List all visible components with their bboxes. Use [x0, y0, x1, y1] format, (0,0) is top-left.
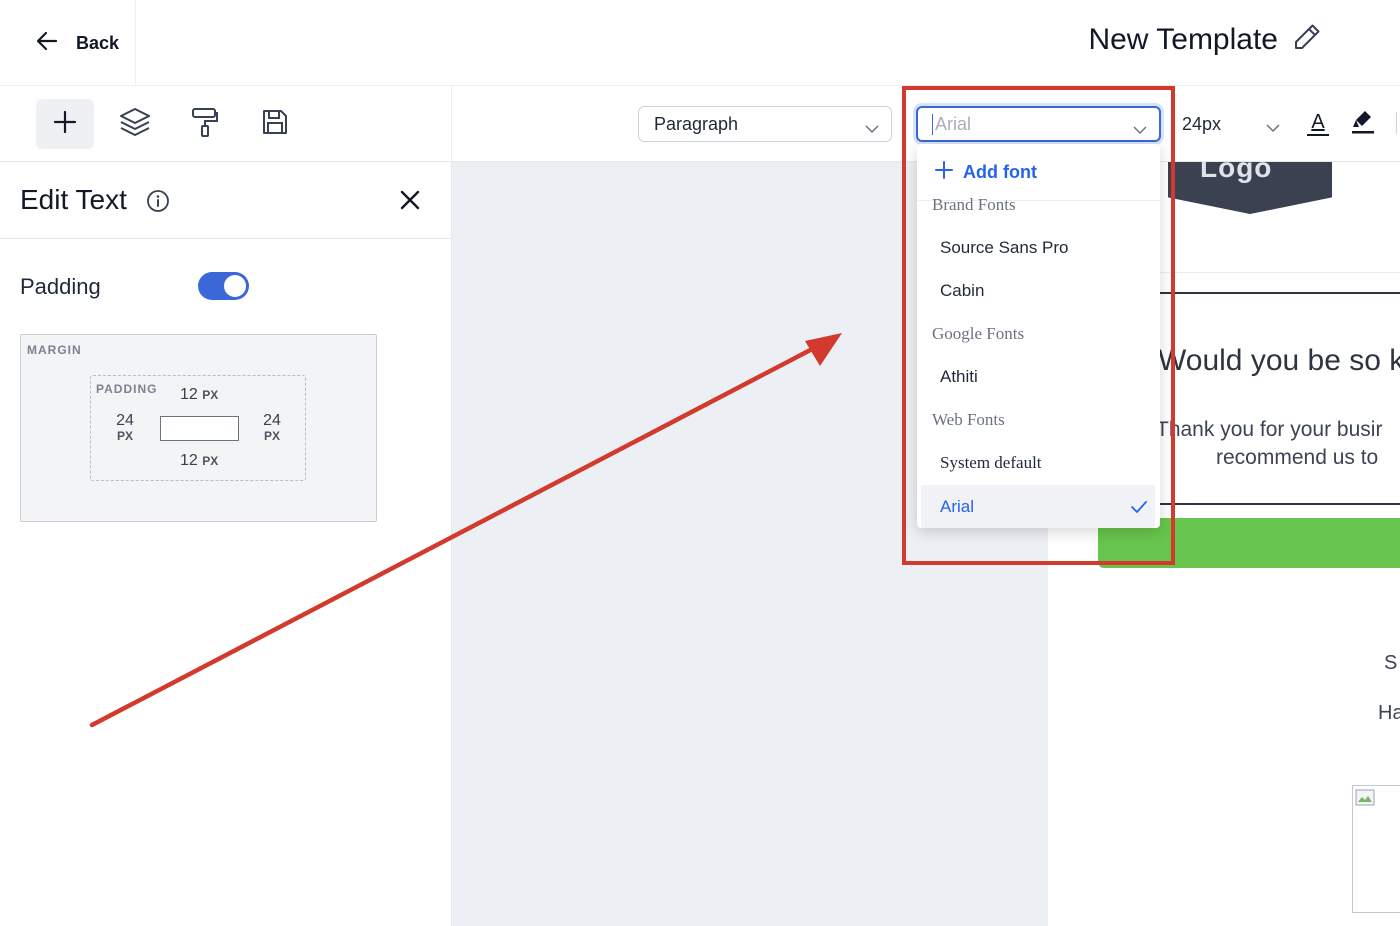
save-button[interactable]: [246, 99, 304, 149]
email-body-line-2[interactable]: recommend us to: [1216, 446, 1378, 470]
layers-icon: [119, 106, 151, 143]
font-size-value: 24px: [1182, 113, 1222, 134]
margin-label: MARGIN: [27, 343, 82, 357]
close-icon[interactable]: [398, 188, 422, 217]
layers-button[interactable]: [106, 99, 164, 149]
font-dropdown-menu: Add font Brand Fonts Source Sans Pro Cab…: [917, 144, 1160, 528]
top-header: Back New Template: [0, 0, 1400, 86]
back-button[interactable]: Back: [0, 0, 136, 86]
padding-box-label: PADDING: [96, 382, 158, 396]
padding-right-unit: PX: [263, 429, 280, 444]
chevron-down-icon: [1266, 117, 1280, 138]
toolbar-divider: [1396, 112, 1400, 134]
padding-box: PADDING 12 PX 24 PX 24 PX 12 PX: [90, 375, 306, 481]
block-type-select[interactable]: Paragraph: [638, 106, 892, 142]
font-group-web: Web Fonts: [932, 410, 1005, 429]
editor-toolbar: Paragraph 24px A: [0, 86, 1400, 162]
email-text-fragment[interactable]: S: [1384, 652, 1397, 675]
padding-top-value[interactable]: 12 PX: [180, 386, 218, 404]
font-family-select[interactable]: [916, 106, 1161, 142]
padding-bottom-number: 12: [180, 452, 198, 469]
margin-box: MARGIN PADDING 12 PX 24 PX 24 PX 12 PX: [20, 334, 377, 522]
broken-image[interactable]: [1352, 785, 1400, 913]
panel-header: Edit Text: [0, 162, 451, 239]
add-block-button[interactable]: [36, 99, 94, 149]
back-label: Back: [76, 32, 120, 53]
broken-image-icon: [1353, 789, 1377, 813]
padding-left-number: 24: [116, 412, 134, 429]
info-icon[interactable]: [146, 189, 170, 218]
email-heading[interactable]: Would you be so k: [1158, 344, 1400, 378]
save-icon: [260, 107, 290, 142]
font-option-source-sans-pro[interactable]: Source Sans Pro: [921, 226, 1155, 269]
checkmark-icon: [1131, 499, 1147, 519]
padding-center-input[interactable]: [160, 416, 239, 441]
email-body-line-1[interactable]: Thank you for your busir: [1156, 418, 1382, 442]
padding-left-unit: PX: [116, 429, 133, 444]
styles-button[interactable]: [176, 99, 234, 149]
padding-label: Padding: [20, 274, 101, 299]
add-font-button[interactable]: Add font: [917, 144, 1160, 201]
font-color-icon: A: [1307, 112, 1329, 136]
padding-toggle[interactable]: [198, 272, 249, 300]
padding-right-number: 24: [263, 412, 281, 429]
padding-top-number: 12: [180, 386, 198, 403]
add-font-label: Add font: [963, 161, 1037, 182]
padding-row: Padding: [20, 272, 260, 302]
logo-text: Logo: [1200, 162, 1273, 183]
font-family-input[interactable]: [932, 113, 1112, 135]
toggle-knob: [224, 275, 246, 297]
template-title-text: New Template: [1088, 22, 1278, 56]
padding-bottom-value[interactable]: 12 PX: [180, 452, 218, 470]
font-group-brand: Brand Fonts: [932, 195, 1016, 214]
edit-text-panel: Edit Text Padding MARGIN PADDING 12 PX 2…: [0, 162, 452, 926]
plus-icon: [935, 160, 953, 184]
padding-bottom-unit: PX: [202, 454, 219, 468]
arrow-left-icon: [36, 31, 58, 56]
font-color-button[interactable]: A: [1303, 108, 1333, 140]
font-option-cabin[interactable]: Cabin: [921, 269, 1155, 312]
pencil-icon[interactable]: [1292, 22, 1322, 57]
padding-left-value[interactable]: 24 PX: [113, 412, 137, 444]
font-group-google: Google Fonts: [932, 324, 1025, 343]
text-block[interactable]: [1158, 292, 1400, 505]
font-size-select[interactable]: 24px: [1168, 106, 1292, 142]
highlight-button[interactable]: [1348, 108, 1378, 140]
tool-group: [0, 86, 452, 162]
panel-title: Edit Text: [20, 184, 127, 215]
paint-roller-icon: [189, 106, 221, 143]
chevron-down-icon: [865, 118, 879, 139]
chevron-down-icon: [1133, 119, 1147, 140]
padding-right-value[interactable]: 24 PX: [260, 412, 284, 444]
template-title: New Template: [1088, 22, 1322, 57]
add-icon: [53, 110, 77, 139]
font-option-arial-label: Arial: [940, 496, 975, 516]
font-color-glyph: A: [1311, 111, 1325, 133]
padding-top-unit: PX: [202, 388, 219, 402]
font-option-arial[interactable]: Arial: [921, 485, 1155, 528]
font-option-athiti[interactable]: Athiti: [921, 355, 1155, 398]
email-text-fragment[interactable]: Ha: [1378, 702, 1400, 725]
block-type-value: Paragraph: [654, 113, 739, 134]
highlighter-icon: [1351, 109, 1375, 140]
font-option-system-default[interactable]: System default: [921, 441, 1155, 484]
